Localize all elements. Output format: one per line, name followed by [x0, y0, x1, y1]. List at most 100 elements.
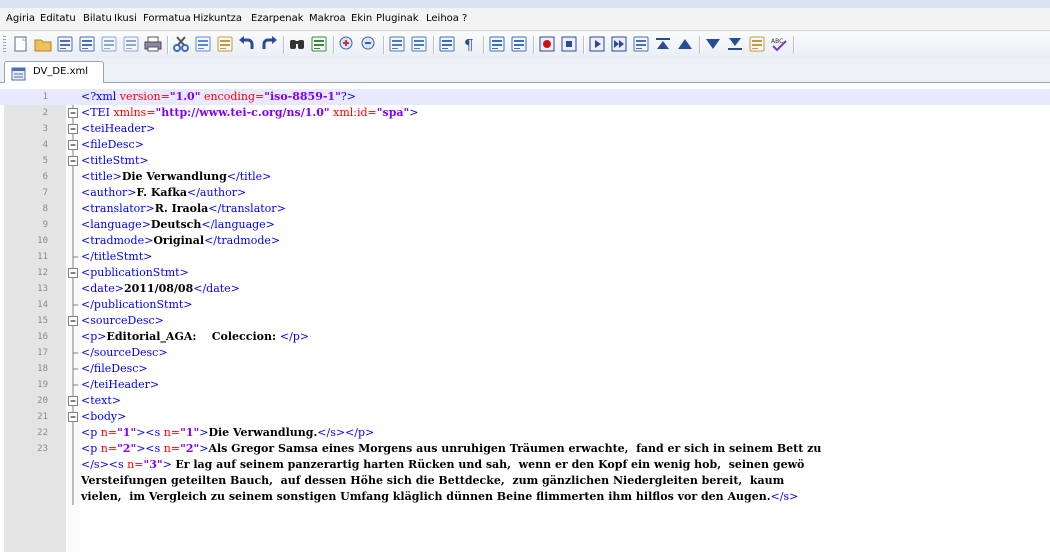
toolbar-separator — [793, 36, 795, 54]
code-line[interactable]: 2 <TEI xmlns="http://www.tei-c.org/ns/1.0… — [0, 105, 1050, 121]
show-all-chars-button[interactable]: ¶ — [460, 35, 478, 53]
run-macro-multiple-button[interactable] — [610, 35, 628, 53]
fold-toggle-icon[interactable] — [66, 409, 80, 425]
zoom-out-button[interactable] — [360, 35, 378, 53]
code-line[interactable]: 8 <translator>R. Iraola</translator> — [0, 201, 1050, 217]
menu-bilatu[interactable]: Bilatu — [83, 12, 112, 26]
save-button[interactable] — [56, 35, 74, 53]
xml-tag: > — [162, 458, 176, 471]
code-line[interactable]: 16 <p>Editorial_AGA: Coleccion: </p> — [0, 329, 1050, 345]
menu-hizkuntza[interactable]: Hizkuntza — [193, 12, 242, 26]
cut-button[interactable] — [172, 35, 190, 53]
tab-dv-de-xml[interactable]: DV_DE.xml — [4, 61, 104, 83]
code-line[interactable]: 19 </teiHeader> — [0, 377, 1050, 393]
collapse-button[interactable] — [654, 35, 672, 53]
xml-attribute-value: "iso-8859-1" — [264, 90, 341, 103]
expand-button[interactable] — [726, 35, 744, 53]
indent-guide-button[interactable] — [488, 35, 506, 53]
xml-attribute: xml:id= — [329, 106, 377, 119]
code-line[interactable]: 9 <language>Deutsch</language> — [0, 217, 1050, 233]
xml-tag: </teiHeader> — [81, 378, 160, 391]
fold-line-icon — [66, 425, 80, 441]
code-line[interactable]: vielen, im Vergleich zu seinem sonstigen… — [0, 489, 1050, 505]
code-line[interactable]: 23 <p n="2"><s n="2">Als Gregor Samsa ein… — [0, 441, 1050, 457]
code-line[interactable]: 10 <tradmode>Original</tradmode> — [0, 233, 1050, 249]
toolbar-separator — [333, 36, 335, 54]
fold-toggle-icon[interactable] — [66, 265, 80, 281]
paste-button[interactable] — [216, 35, 234, 53]
code-line[interactable]: </s><s n="3"> Er lag auf seinem panzerar… — [0, 457, 1050, 473]
open-file-button[interactable] — [34, 35, 52, 53]
save-all-button[interactable] — [78, 35, 96, 53]
code-line[interactable]: 17 </sourceDesc> — [0, 345, 1050, 361]
menu-ezarpenak[interactable]: Ezarpenak — [251, 12, 304, 26]
undo-button[interactable] — [238, 35, 256, 53]
close-file-icon — [101, 36, 117, 52]
code-line[interactable]: 7 <author>F. Kafka</author> — [0, 185, 1050, 201]
fold-toggle-icon[interactable] — [66, 313, 80, 329]
spellcheck-button[interactable]: ABC — [770, 35, 788, 53]
close-file-button[interactable] — [100, 35, 118, 53]
fold-toggle-icon[interactable] — [66, 153, 80, 169]
xml-tag: </s><s — [81, 458, 128, 471]
toolbar-grip[interactable] — [3, 36, 6, 54]
redo-button[interactable] — [260, 35, 278, 53]
menu-help[interactable]: ? — [462, 12, 467, 26]
save-macro-button[interactable] — [632, 35, 650, 53]
menu-leihoa[interactable]: Leihoa — [426, 12, 459, 26]
menu-editatu[interactable]: Editatu — [40, 12, 76, 26]
code-line[interactable]: Versteifungen geteilten Bauch, auf desse… — [0, 473, 1050, 489]
stop-record-button[interactable] — [560, 35, 578, 53]
fold-toggle-icon[interactable] — [66, 105, 80, 121]
replace-button[interactable] — [310, 35, 328, 53]
code-line[interactable]: 13 <date>2011/08/08</date> — [0, 281, 1050, 297]
menu-pluginak[interactable]: Pluginak — [376, 12, 419, 26]
code-line[interactable]: 3 <teiHeader> — [0, 121, 1050, 137]
xml-tag: </p> — [279, 330, 310, 343]
prev-button[interactable] — [676, 35, 694, 53]
code-text: </titleStmt> — [81, 249, 152, 265]
code-line[interactable]: 4 <fileDesc> — [0, 137, 1050, 153]
fold-toggle-icon[interactable] — [66, 137, 80, 153]
menu-formatua[interactable]: Formatua — [143, 12, 191, 26]
code-line[interactable]: 11 </titleStmt> — [0, 249, 1050, 265]
fold-toggle-icon[interactable] — [66, 121, 80, 137]
current-line[interactable]: 1 <?xml version="1.0" encoding="iso-8859-… — [0, 89, 1050, 105]
code-line[interactable]: 12 <publicationStmt> — [0, 265, 1050, 281]
editor-area[interactable]: 1 <?xml version="1.0" encoding="iso-8859-… — [0, 83, 1050, 552]
code-line[interactable]: 20 <text> — [0, 393, 1050, 409]
print-button[interactable] — [144, 35, 162, 53]
menu-makroa[interactable]: Makroa — [309, 12, 346, 26]
tag-button[interactable] — [748, 35, 766, 53]
sync-vertical-button[interactable] — [388, 35, 406, 53]
code-line[interactable]: 14 </publicationStmt> — [0, 297, 1050, 313]
copy-button[interactable] — [194, 35, 212, 53]
menu-ikusi[interactable]: Ikusi — [114, 12, 137, 26]
fold-line-icon — [66, 377, 80, 393]
next-button[interactable] — [704, 35, 722, 53]
new-file-button[interactable] — [12, 35, 30, 53]
zoom-in-button[interactable] — [338, 35, 356, 53]
code-line[interactable]: 21 <body> — [0, 409, 1050, 425]
doc-map-button[interactable] — [510, 35, 528, 53]
text-content: Die Verwandlung — [121, 170, 227, 183]
record-macro-button[interactable] — [538, 35, 556, 53]
fold-line-icon — [66, 441, 80, 457]
code-line[interactable]: 18 </fileDesc> — [0, 361, 1050, 377]
code-line[interactable]: 15 <sourceDesc> — [0, 313, 1050, 329]
word-wrap-button[interactable] — [438, 35, 456, 53]
close-all-button[interactable] — [122, 35, 140, 53]
close-all-icon — [123, 36, 139, 52]
playback-macro-button[interactable] — [588, 35, 606, 53]
code-line[interactable]: 6 <title>Die Verwandlung</title> — [0, 169, 1050, 185]
fold-toggle-icon[interactable] — [66, 393, 80, 409]
sync-horizontal-button[interactable] — [410, 35, 428, 53]
menu-ekin[interactable]: Ekin — [351, 12, 372, 26]
code-line[interactable]: 22 <p n="1"><s n="1">Die Verwandlung.</s>… — [0, 425, 1050, 441]
code-text: <text> — [81, 393, 121, 409]
xml-tag: <p — [81, 426, 101, 439]
menu-agiria[interactable]: Agiria — [6, 12, 35, 26]
find-button[interactable] — [288, 35, 306, 53]
fold-line-icon — [66, 169, 80, 185]
code-line[interactable]: 5 <titleStmt> — [0, 153, 1050, 169]
